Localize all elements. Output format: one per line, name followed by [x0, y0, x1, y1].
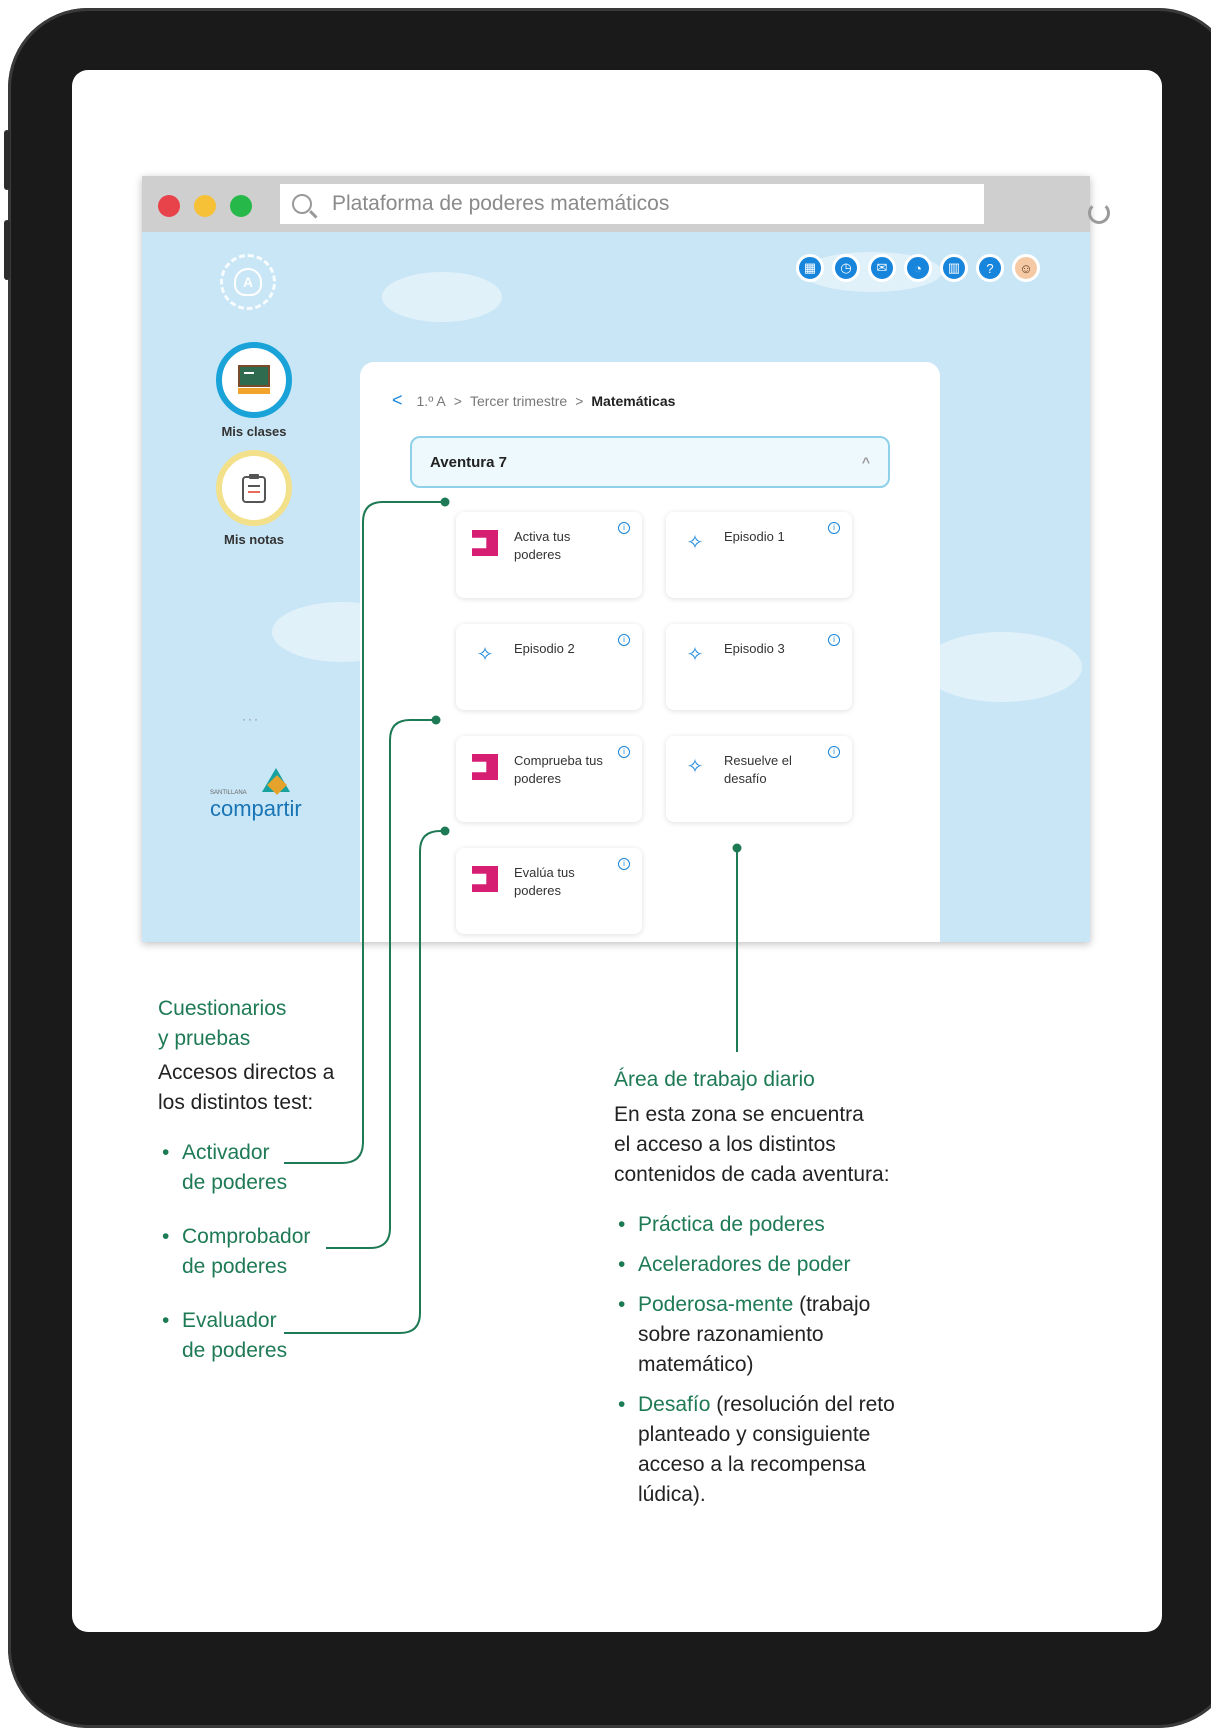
connector-dot: [440, 826, 450, 836]
connector-dot: [440, 497, 450, 507]
connector-evaluador: [284, 830, 445, 1334]
annotation-connectors: [284, 497, 742, 1334]
tablet-side-button: [4, 220, 10, 280]
tablet-side-button: [4, 130, 10, 190]
tablet-screen: Plataforma de poderes matemáticos A ▦ ◷ …: [72, 70, 1162, 1632]
connector-dot: [431, 715, 441, 725]
connector-dot: [732, 843, 742, 853]
